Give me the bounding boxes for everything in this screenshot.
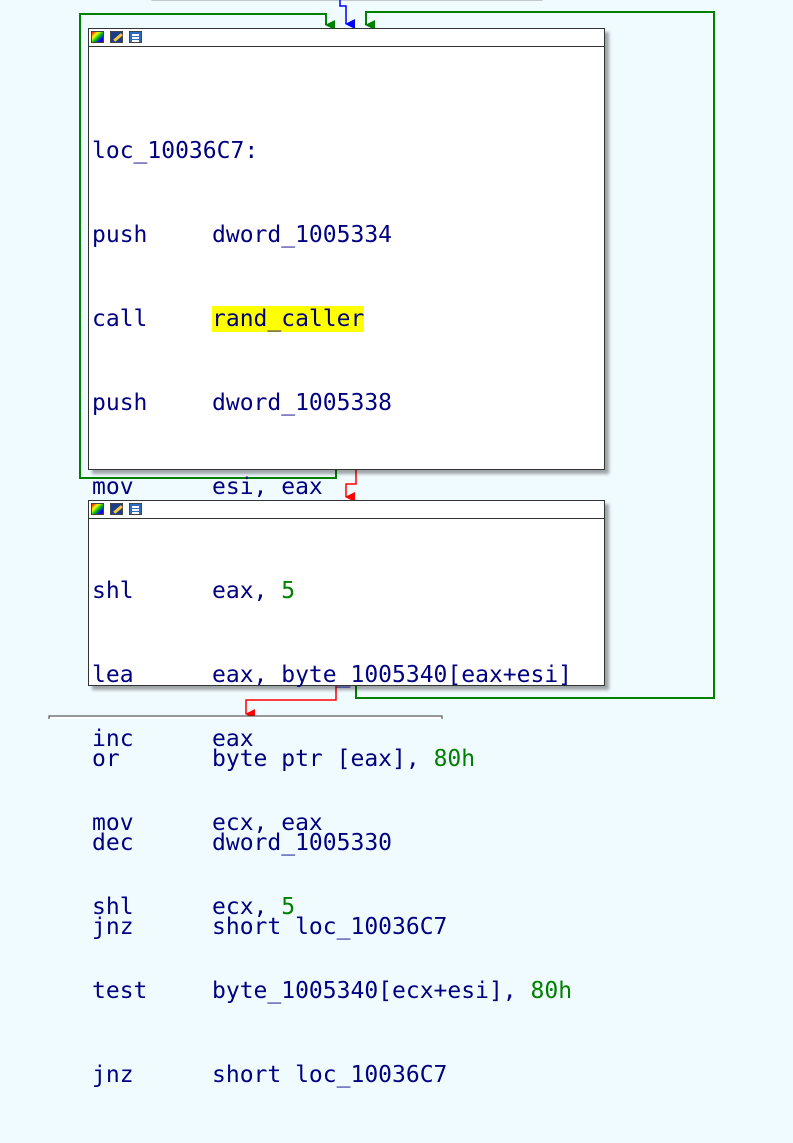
instruction-line[interactable]: callrand_caller (92, 303, 572, 335)
color-palette-icon[interactable] (91, 503, 104, 515)
instruction-line[interactable]: push dword_1005338 (92, 387, 572, 419)
instruction-line[interactable]: lea eax, byte_1005340[eax+esi] (92, 659, 572, 691)
color-palette-icon[interactable] (91, 31, 104, 43)
graph-overview-icon[interactable] (129, 31, 142, 43)
instruction-line[interactable]: jnz short loc_10036C7 (92, 1059, 572, 1091)
graph-overview-icon[interactable] (129, 503, 142, 515)
instruction-line[interactable]: shl eax, 5 (92, 575, 572, 607)
rename-icon[interactable] (110, 503, 123, 515)
block-titlebar (89, 29, 604, 47)
instruction-line[interactable]: jnz short loc_10036C7 (92, 911, 572, 943)
rename-icon[interactable] (110, 31, 123, 43)
code-block-loop[interactable]: loc_10036C7: push dword_1005334 call rand_… (88, 28, 605, 1088)
instruction-line[interactable]: push dword_1005334 (92, 219, 572, 251)
highlighted-operand: rand_caller (212, 306, 365, 332)
code-label[interactable]: loc_10036C7: (92, 135, 572, 167)
block-titlebar (89, 501, 604, 519)
instruction-line[interactable]: mov esi, eax (92, 471, 572, 503)
instruction-line[interactable]: or byte ptr [eax], 80h (92, 743, 572, 775)
block-code: shl eax, 5 lea eax, byte_1005340[eax+esi] … (92, 523, 572, 995)
code-block-mark[interactable]: shl eax, 5 lea eax, byte_1005340[eax+esi] … (88, 500, 605, 940)
edge-unconditional-in (339, 0, 355, 29)
instruction-line[interactable]: dec dword_1005330 (92, 827, 572, 859)
